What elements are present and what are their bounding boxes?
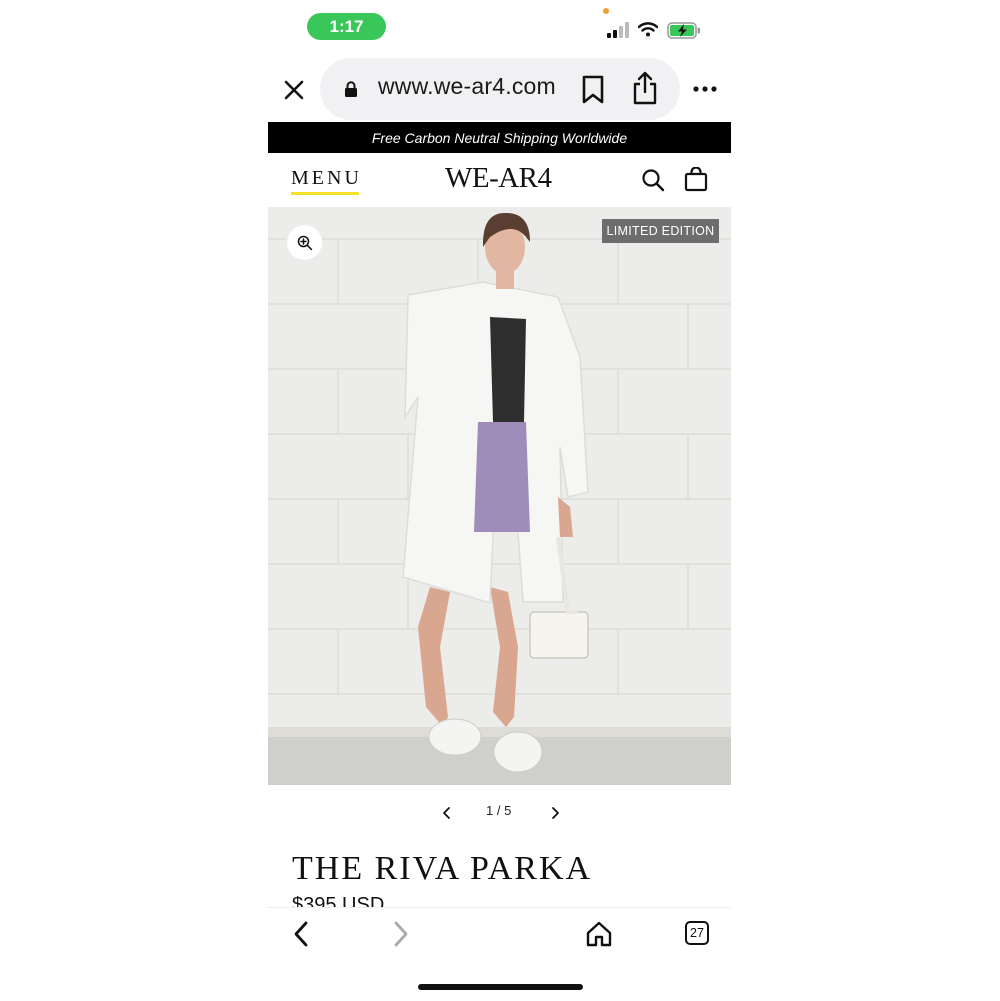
close-icon[interactable] xyxy=(280,76,308,104)
back-arrow-icon[interactable] xyxy=(292,920,310,948)
product-image[interactable] xyxy=(268,207,731,785)
product-title: THE RIVA PARKA xyxy=(292,850,593,887)
chevron-right-icon[interactable] xyxy=(548,804,562,822)
status-time: 1:17 xyxy=(307,13,386,40)
promo-banner[interactable]: Free Carbon Neutral Shipping Worldwide xyxy=(268,122,731,153)
more-icon[interactable] xyxy=(692,84,718,94)
site-logo[interactable]: WE-AR4 xyxy=(445,162,552,195)
url-text[interactable]: www.we-ar4.com xyxy=(378,73,556,100)
battery-charging-icon xyxy=(667,22,700,39)
wifi-icon xyxy=(638,22,658,37)
lock-icon xyxy=(345,81,357,97)
share-icon[interactable] xyxy=(632,71,658,105)
shopping-bag-icon[interactable] xyxy=(684,167,708,192)
zoom-in-icon xyxy=(297,235,312,250)
zoom-button[interactable] xyxy=(287,225,322,260)
limited-edition-badge: LIMITED EDITION xyxy=(602,219,719,243)
cellular-signal-icon xyxy=(607,22,629,38)
search-icon[interactable] xyxy=(641,168,665,192)
forward-arrow-icon[interactable] xyxy=(392,920,410,948)
product-price: $395 USD xyxy=(292,896,385,907)
image-pager-count: 1 / 5 xyxy=(486,803,512,818)
tab-count: 27 xyxy=(690,926,704,940)
product-price-container: $395 USD xyxy=(292,896,492,907)
home-icon[interactable] xyxy=(585,920,613,948)
home-indicator[interactable] xyxy=(418,984,583,990)
menu-button[interactable]: MENU xyxy=(291,167,362,190)
chevron-left-icon[interactable] xyxy=(440,804,454,822)
bookmark-icon[interactable] xyxy=(581,75,605,105)
privacy-indicator-dot xyxy=(603,8,609,14)
tabs-button[interactable]: 27 xyxy=(685,921,709,945)
menu-underline xyxy=(291,192,359,195)
